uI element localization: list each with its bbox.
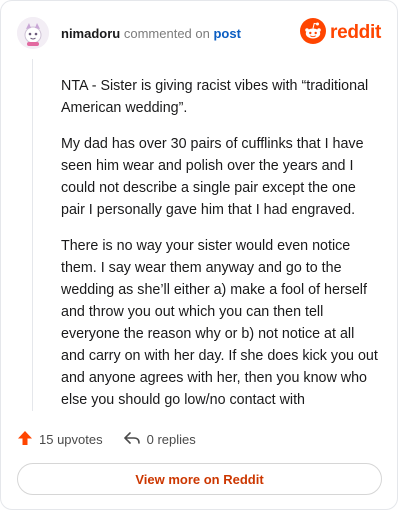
comment-paragraph-2: My dad has over 30 pairs of cufflinks th… (61, 136, 364, 218)
reply-count: 0 replies (146, 431, 196, 447)
upvote-arrow-icon (17, 430, 33, 449)
post-link[interactable]: post (213, 26, 240, 41)
upvote-count: 15 upvotes (39, 431, 103, 447)
comment-header: nimadoru commented on post reddit (17, 17, 381, 51)
replies-button[interactable]: 0 replies (123, 430, 196, 449)
reddit-brand[interactable]: reddit (300, 17, 381, 49)
view-more-on-reddit-button[interactable]: View more on Reddit (17, 463, 382, 495)
comment-body: NTA - Sister is giving racist vibes with… (61, 75, 381, 425)
avatar[interactable] (17, 17, 49, 49)
comment-card: nimadoru commented on post reddit NTA - … (0, 0, 398, 510)
thread-line (32, 59, 33, 411)
reddit-wordmark: reddit (330, 22, 381, 43)
comment-paragraph-3: There is no way your sister would even n… (61, 238, 378, 408)
comment-actions: 15 upvotes 0 replies (17, 429, 196, 449)
upvote-button[interactable]: 15 upvotes (17, 430, 103, 449)
username-link[interactable]: nimadoru (61, 26, 120, 41)
commented-on-text: commented on (123, 26, 210, 41)
reddit-logo-icon (300, 17, 327, 49)
comment-meta: nimadoru commented on post (61, 26, 241, 42)
reply-arrow-icon (123, 430, 141, 449)
comment-paragraph-1: NTA - Sister is giving racist vibes with… (61, 78, 369, 116)
